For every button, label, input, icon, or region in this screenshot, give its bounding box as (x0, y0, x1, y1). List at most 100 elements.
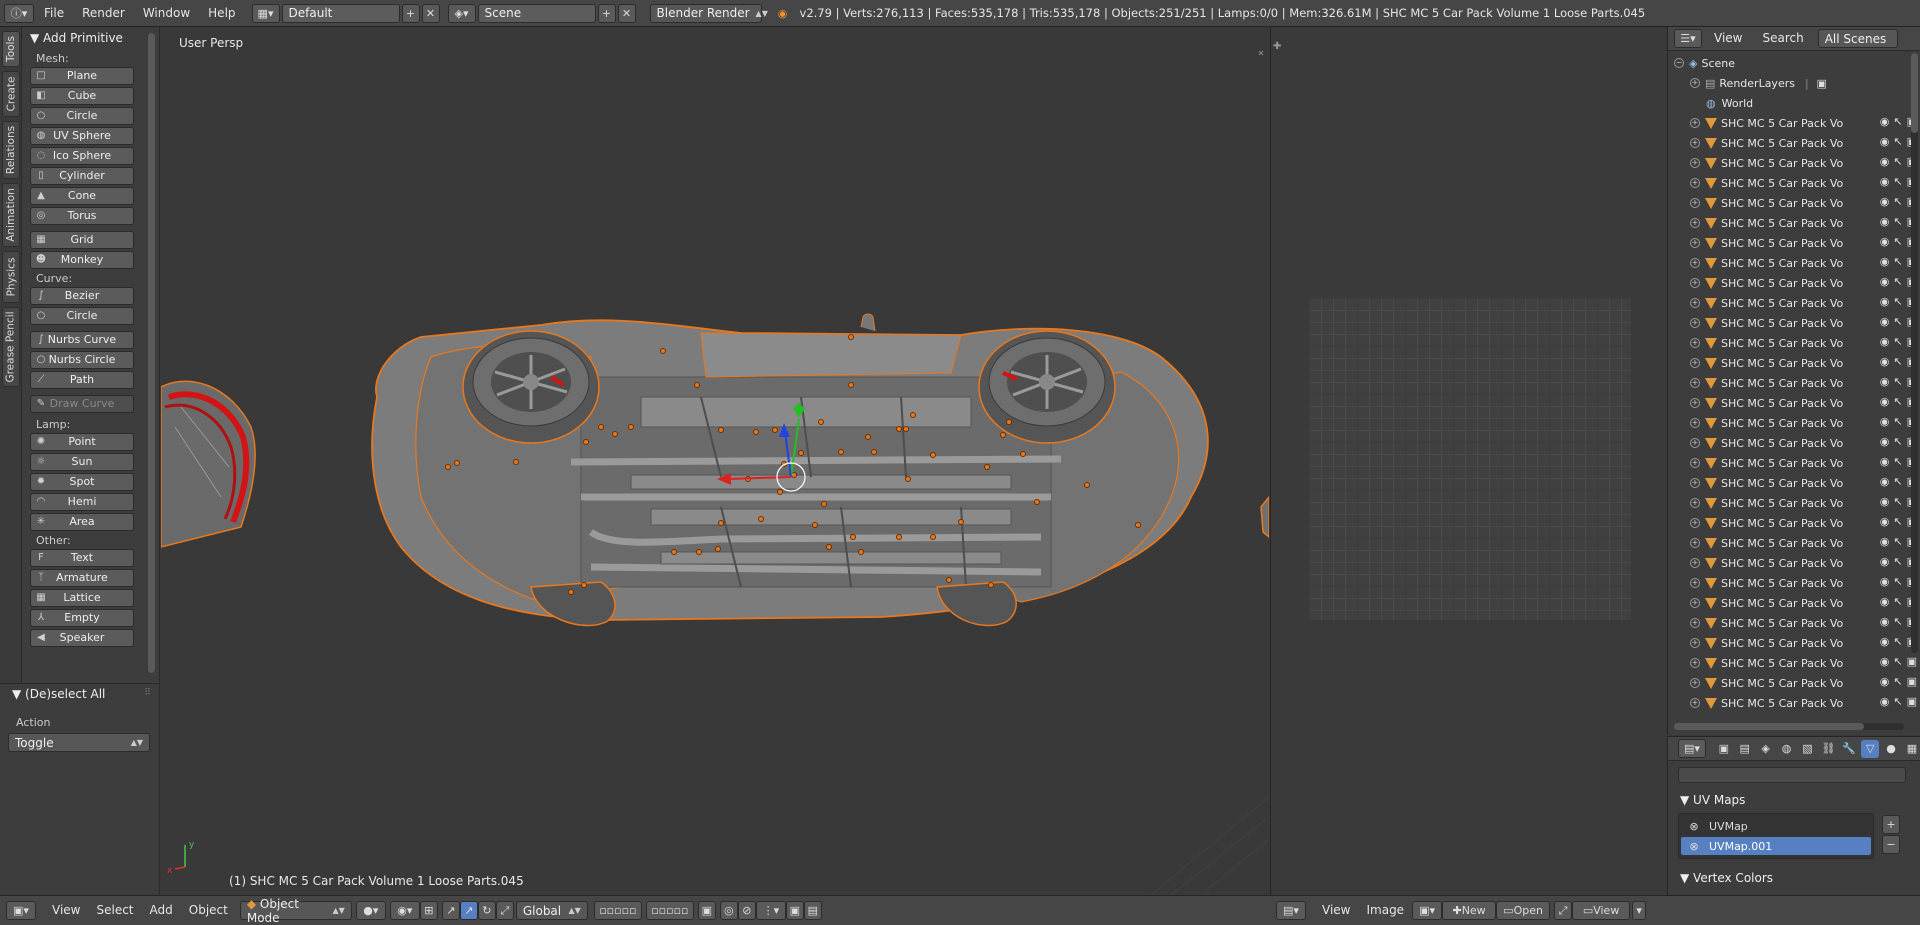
outliner-object-row[interactable]: +SHC MC 5 Car Pack Vo◉↖▣ (1690, 213, 1920, 233)
add-layout-icon[interactable]: + (401, 3, 420, 23)
tab-animation[interactable]: Animation (2, 183, 20, 247)
layers-grid-b[interactable]: ▫▫▫▫▫ (645, 901, 694, 920)
data-tab-icon[interactable]: ▽ (1861, 739, 1880, 758)
expand-icon[interactable]: + (1690, 298, 1700, 308)
proportional-edit-icon[interactable]: ◎ (719, 901, 738, 920)
viewport-shading-icon[interactable]: ●▾ (355, 901, 386, 920)
outliner-scene-row[interactable]: − ◈ Scene (1674, 53, 1919, 73)
outliner-object-row[interactable]: +SHC MC 5 Car Pack Vo◉↖▣ (1690, 593, 1920, 613)
cursor-select-icon[interactable]: ↖ (1893, 515, 1902, 528)
outliner-object-row[interactable]: +SHC MC 5 Car Pack Vo◉↖▣ (1690, 533, 1920, 553)
outliner-object-row[interactable]: +SHC MC 5 Car Pack Vo◉↖▣ (1690, 293, 1920, 313)
outliner-display-select[interactable]: All Scenes (1817, 29, 1898, 48)
layout-field[interactable]: Default (281, 3, 400, 23)
add-point-lamp-button[interactable]: ✺ Point (30, 433, 134, 451)
cursor-select-icon[interactable]: ↖ (1893, 495, 1902, 508)
expand-icon[interactable]: + (1690, 618, 1700, 628)
add-scene-icon[interactable]: + (597, 3, 616, 23)
outliner-object-row[interactable]: +SHC MC 5 Car Pack Vo◉↖▣ (1690, 113, 1920, 133)
outliner-search-menu[interactable]: Search (1754, 29, 1811, 48)
tab-physics[interactable]: Physics (2, 251, 20, 303)
menu-render[interactable]: Render (74, 4, 133, 23)
outliner-view-menu[interactable]: View (1706, 29, 1750, 48)
expand-icon[interactable]: + (1690, 578, 1700, 588)
editor-type-info-icon[interactable]: ⓘ▾ (4, 3, 34, 23)
add-empty-button[interactable]: ⅄ Empty (30, 609, 134, 627)
expand-icon[interactable]: + (1690, 658, 1700, 668)
outliner-object-row[interactable]: +SHC MC 5 Car Pack Vo◉↖▣ (1690, 333, 1920, 353)
add-nurbs-curve-button[interactable]: ∫ Nurbs Curve (30, 331, 134, 349)
eye-icon[interactable]: ◉ (1880, 215, 1890, 228)
add-uv-sphere-button[interactable]: ◍ UV Sphere (30, 127, 134, 145)
eye-icon[interactable]: ◉ (1880, 175, 1890, 188)
add-menu[interactable]: Add (142, 901, 181, 920)
expand-icon[interactable]: + (1690, 438, 1700, 448)
world-tab-icon[interactable]: ◍ (1778, 740, 1796, 758)
cursor-select-icon[interactable]: ↖ (1893, 655, 1902, 668)
outliner-object-row[interactable]: +SHC MC 5 Car Pack Vo◉↖▣ (1690, 693, 1920, 713)
tab-create[interactable]: Create (2, 71, 20, 117)
cursor-select-icon[interactable]: ↖ (1893, 375, 1902, 388)
expand-icon[interactable]: + (1690, 218, 1700, 228)
cursor-select-icon[interactable]: ↖ (1893, 455, 1902, 468)
manipulator-center-icon[interactable]: ⊞ (419, 901, 438, 920)
cursor-select-icon[interactable]: ↖ (1893, 135, 1902, 148)
expand-icon[interactable]: + (1690, 638, 1700, 648)
eye-icon[interactable]: ◉ (1880, 395, 1890, 408)
outliner-object-row[interactable]: +SHC MC 5 Car Pack Vo◉↖▣ (1690, 393, 1920, 413)
outliner-object-row[interactable]: +SHC MC 5 Car Pack Vo◉↖▣ (1690, 173, 1920, 193)
outliner-object-row[interactable]: +SHC MC 5 Car Pack Vo◉↖▣ (1690, 573, 1920, 593)
manipulator-toggle-icon[interactable]: ↗ (441, 901, 460, 920)
properties-collapsed-panel[interactable] (1678, 767, 1906, 783)
menu-help[interactable]: Help (200, 4, 243, 23)
open-image-button[interactable]: ▭ Open (1496, 901, 1551, 920)
expand-icon[interactable]: + (1690, 398, 1700, 408)
area-split-handles[interactable] (1258, 50, 1264, 56)
add-grid-button[interactable]: ▦ Grid (30, 231, 134, 249)
eye-icon[interactable]: ◉ (1880, 115, 1890, 128)
cursor-select-icon[interactable]: ↖ (1893, 275, 1902, 288)
outliner-object-row[interactable]: +SHC MC 5 Car Pack Vo◉↖▣ (1690, 473, 1920, 493)
cursor-select-icon[interactable]: ↖ (1893, 315, 1902, 328)
eye-icon[interactable]: ◉ (1880, 455, 1890, 468)
add-cylinder-button[interactable]: ▯ Cylinder (30, 167, 134, 185)
cursor-select-icon[interactable]: ↖ (1893, 595, 1902, 608)
cursor-select-icon[interactable]: ↖ (1893, 575, 1902, 588)
expand-icon[interactable]: + (1690, 558, 1700, 568)
tab-grease-pencil[interactable]: Grease Pencil (2, 307, 20, 387)
eye-icon[interactable]: ◉ (1880, 515, 1890, 528)
pin-icon[interactable]: ⤢ (1554, 901, 1573, 920)
vertex-colors-panel-header[interactable]: ▼ Vertex Colors (1680, 871, 1773, 885)
add-armature-button[interactable]: ᛉ Armature (30, 569, 134, 587)
expand-icon[interactable]: + (1690, 178, 1700, 188)
3d-viewport[interactable]: y x User Persp (1) SHC MC 5 Car Pack Vol… (161, 27, 1269, 895)
add-ico-sphere-button[interactable]: ◌ Ico Sphere (30, 147, 134, 165)
uv-grid[interactable] (1309, 298, 1631, 620)
operator-title[interactable]: ▼ (De)select All (12, 687, 105, 701)
expand-icon[interactable]: + (1690, 698, 1700, 708)
remove-uvmap-button[interactable]: − (1882, 835, 1900, 854)
expand-icon[interactable]: + (1690, 358, 1700, 368)
render-camera-icon[interactable]: ▣ (1907, 695, 1917, 708)
cursor-select-icon[interactable]: ↖ (1893, 235, 1902, 248)
snap-element-icon[interactable]: ⋮▾ (755, 901, 786, 920)
image-view-menu[interactable]: View (1314, 901, 1358, 920)
add-primitive-header[interactable]: ▼ Add Primitive (22, 27, 159, 49)
eye-icon[interactable]: ◉ (1880, 375, 1890, 388)
toolshelf-scrollbar[interactable] (148, 33, 155, 673)
add-sun-lamp-button[interactable]: ☼ Sun (30, 453, 134, 471)
cursor-select-icon[interactable]: ↖ (1893, 675, 1902, 688)
expand-icon[interactable]: + (1690, 538, 1700, 548)
eye-icon[interactable]: ◉ (1880, 315, 1890, 328)
expand-icon[interactable]: + (1690, 518, 1700, 528)
add-bezier-circle-button[interactable]: ○ Circle (30, 307, 134, 325)
eye-icon[interactable]: ◉ (1880, 295, 1890, 308)
expand-icon[interactable]: + (1690, 678, 1700, 688)
uvmap-item-0[interactable]: ⊗ UVMap (1681, 817, 1871, 835)
outliner-object-row[interactable]: +SHC MC 5 Car Pack Vo◉↖▣ (1690, 613, 1920, 633)
translate-icon[interactable]: ↗ (459, 901, 478, 920)
cursor-select-icon[interactable]: ↖ (1893, 155, 1902, 168)
delete-layout-icon[interactable]: ✕ (421, 3, 440, 23)
uv-image-editor[interactable]: ✚ (1270, 27, 1666, 895)
outliner-object-row[interactable]: +SHC MC 5 Car Pack Vo◉↖▣ (1690, 513, 1920, 533)
